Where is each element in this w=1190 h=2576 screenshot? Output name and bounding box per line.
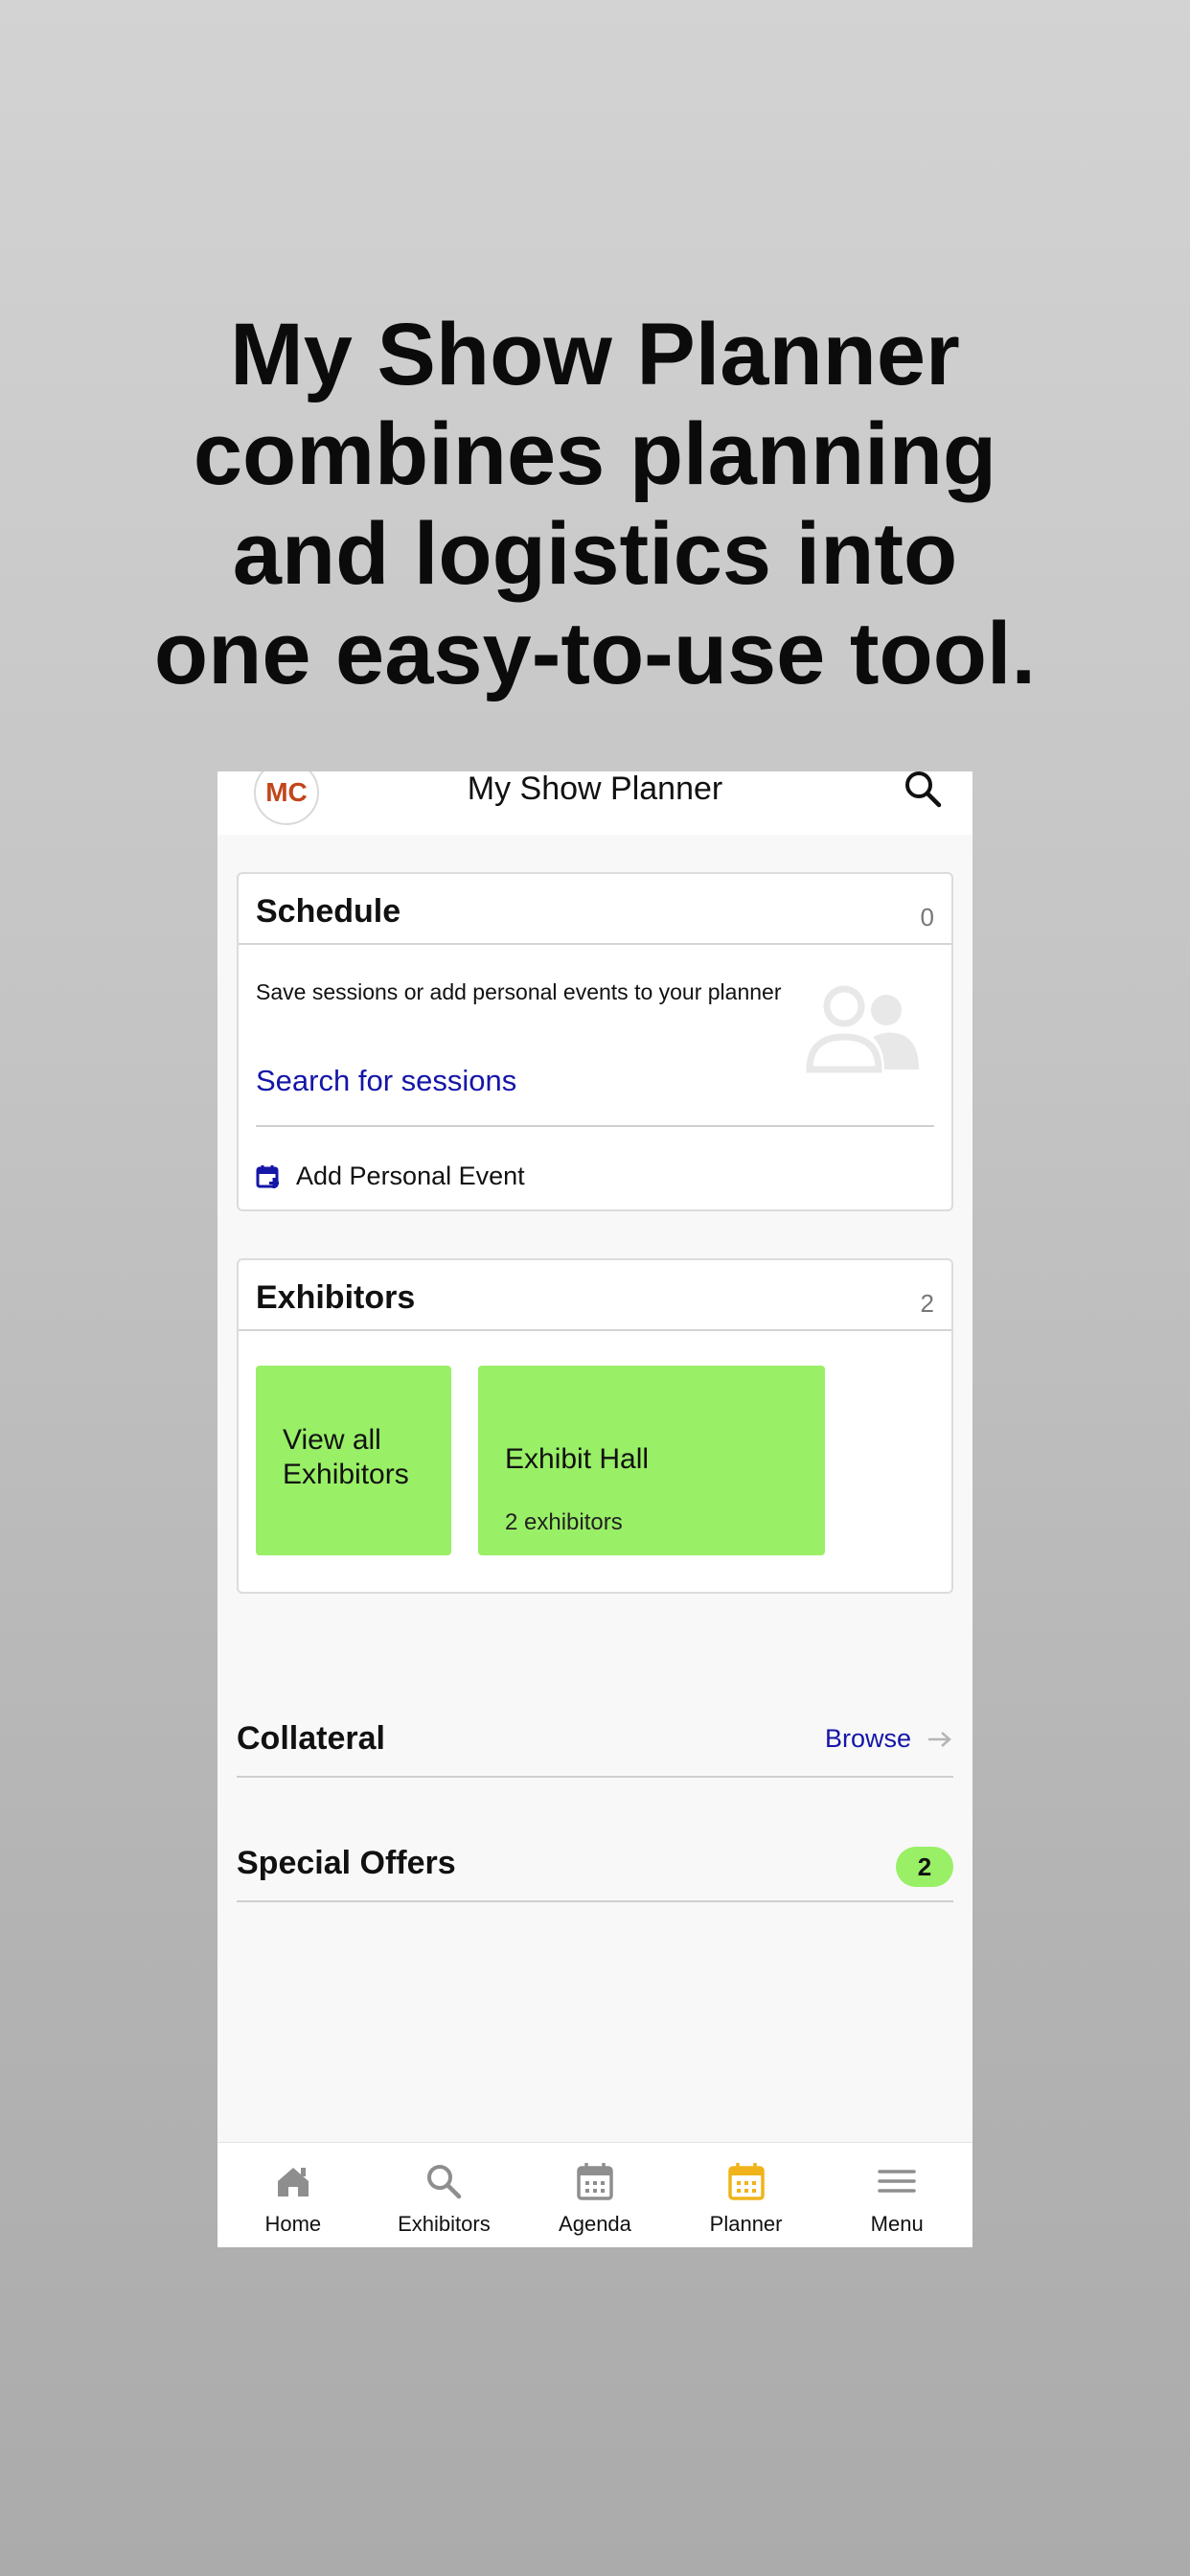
arrow-right-icon	[928, 1731, 951, 1747]
phone-screen: MC My Show Planner Schedule 0 Save sessi…	[217, 771, 973, 2247]
headline: My Show Planner combines planning and lo…	[0, 305, 1190, 703]
tab-home-label: Home	[264, 2212, 322, 2236]
view-all-exhibitors-label: View all Exhibitors	[283, 1423, 409, 1492]
collateral-row[interactable]: Collateral Browse	[237, 1701, 953, 1778]
tab-planner[interactable]: Planner	[671, 2143, 822, 2247]
tab-exhibitors[interactable]: Exhibitors	[369, 2143, 520, 2247]
calendar-icon	[727, 2163, 765, 2200]
add-personal-event-button[interactable]: Add Personal Event	[256, 1162, 525, 1191]
calendar-add-icon	[256, 1164, 279, 1188]
schedule-card: Schedule 0 Save sessions or add personal…	[237, 872, 953, 1211]
search-icon	[427, 2165, 462, 2199]
browse-link[interactable]: Browse	[825, 1724, 953, 1754]
special-offers-row[interactable]: Special Offers 2	[237, 1826, 953, 1902]
browse-label: Browse	[824, 1724, 911, 1753]
tab-planner-label: Planner	[709, 2212, 783, 2236]
exhibitors-title: Exhibitors	[256, 1279, 416, 1316]
search-sessions-link[interactable]: Search for sessions	[256, 1064, 516, 1098]
headline-line-4: one easy-to-use tool.	[153, 605, 1037, 702]
special-offers-badge: 2	[896, 1847, 953, 1887]
divider	[256, 1125, 934, 1127]
schedule-description: Save sessions or add personal events to …	[256, 979, 782, 1004]
exhibitors-card-header: Exhibitors 2	[239, 1260, 951, 1331]
tab-home[interactable]: Home	[217, 2143, 369, 2247]
tab-bar: Home Exhibitors Agenda Planner Menu	[217, 2142, 973, 2247]
hamburger-icon	[878, 2170, 916, 2193]
headline-line-3: and logistics into	[232, 505, 958, 603]
people-icon	[806, 985, 919, 1073]
top-bar: MC My Show Planner	[217, 771, 973, 835]
tab-agenda[interactable]: Agenda	[519, 2143, 671, 2247]
tab-agenda-label: Agenda	[559, 2212, 631, 2236]
view-all-exhibitors-tile[interactable]: View all Exhibitors	[256, 1366, 451, 1555]
collateral-title: Collateral	[237, 1720, 385, 1757]
calendar-icon	[577, 2163, 613, 2200]
view-all-line-2: Exhibitors	[283, 1459, 409, 1490]
headline-line-2: combines planning	[193, 405, 997, 503]
headline-line-1: My Show Planner	[230, 306, 960, 403]
search-icon[interactable]	[902, 771, 944, 810]
tab-exhibitors-label: Exhibitors	[398, 2212, 491, 2236]
view-all-line-1: View all	[283, 1424, 381, 1456]
exhibit-hall-tile[interactable]: Exhibit Hall 2 exhibitors	[478, 1366, 825, 1555]
exhibitors-count: 2	[920, 1289, 934, 1318]
schedule-card-header: Schedule 0	[239, 874, 951, 945]
home-icon	[277, 2168, 309, 2196]
add-personal-event-label: Add Personal Event	[296, 1162, 525, 1190]
exhibitors-card: Exhibitors 2 View all Exhibitors Exhibit…	[237, 1258, 953, 1594]
exhibit-hall-name: Exhibit Hall	[505, 1443, 650, 1475]
tab-menu[interactable]: Menu	[821, 2143, 973, 2247]
exhibit-hall-count: 2 exhibitors	[505, 1509, 623, 1535]
schedule-title: Schedule	[256, 893, 401, 930]
special-offers-title: Special Offers	[237, 1845, 456, 1881]
schedule-count: 0	[920, 903, 934, 932]
tab-menu-label: Menu	[870, 2212, 924, 2236]
page-title: My Show Planner	[467, 771, 723, 807]
